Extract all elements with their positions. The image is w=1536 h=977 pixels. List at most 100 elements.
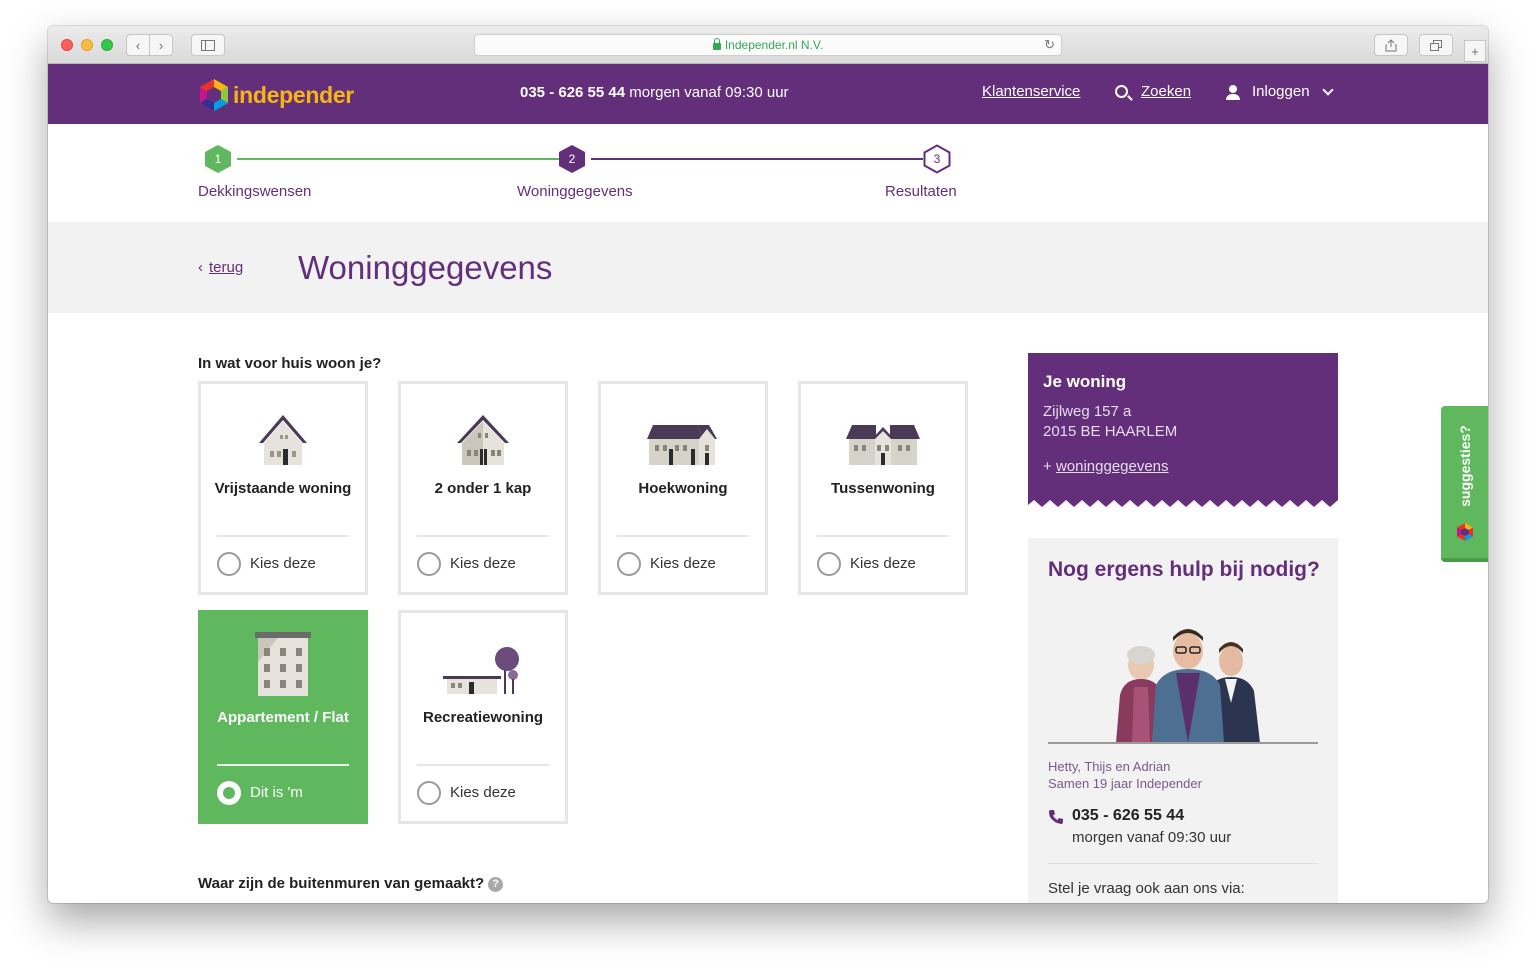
option-radio[interactable] xyxy=(217,552,241,576)
option-radio-label[interactable]: Kies deze xyxy=(650,555,716,572)
option-radio-label[interactable]: Kies deze xyxy=(450,784,516,801)
minimize-window-button[interactable] xyxy=(81,39,93,51)
help-icon[interactable]: ? xyxy=(488,877,504,892)
step-connector-current xyxy=(591,158,923,160)
browser-window: ‹ › Independer.nl N.V. ↻ + independer 03… xyxy=(48,26,1488,903)
option-radio[interactable] xyxy=(617,552,641,576)
search-icon[interactable] xyxy=(1115,85,1128,98)
help-panel: Nog ergens hulp bij nodig? Hetty, Thijs … xyxy=(1028,538,1338,903)
woninggegevens-link[interactable]: + woninggegevens xyxy=(1043,458,1169,475)
header-phone: 035 - 626 55 44 morgen vanaf 09:30 uur xyxy=(520,84,789,101)
step-3-label: Resultaten xyxy=(885,183,957,200)
semi-detached-house-icon xyxy=(401,411,565,467)
divider xyxy=(1048,742,1318,744)
divider xyxy=(817,535,949,537)
progress-stepper: 1 2 3 Dekkingswensen Woninggegevens Resu… xyxy=(48,124,1488,222)
holiday-home-icon xyxy=(401,640,565,696)
logo-hexagon-icon xyxy=(1457,523,1473,541)
chevron-down-icon[interactable] xyxy=(1322,84,1334,96)
option-radio-label[interactable]: Kies deze xyxy=(850,555,916,572)
divider xyxy=(417,764,549,766)
address-street: Zijlweg 157 a xyxy=(1043,403,1132,420)
step-2-label: Woninggegevens xyxy=(517,183,633,200)
lock-icon xyxy=(712,37,721,50)
forward-nav-icon[interactable]: › xyxy=(149,34,173,56)
zoom-window-button[interactable] xyxy=(101,39,113,51)
option-label: Appartement / Flat xyxy=(217,709,349,726)
help-title: Nog ergens hulp bij nodig? xyxy=(1048,558,1320,581)
close-window-button[interactable] xyxy=(61,39,73,51)
team-caption: Hetty, Thijs en Adrian Samen 19 jaar Ind… xyxy=(1048,758,1202,792)
wall-material-question-label: Waar zijn de buitenmuren van gemaakt? xyxy=(198,875,485,892)
suggestions-label: suggesties? xyxy=(1456,425,1473,507)
inloggen-menu[interactable]: Inloggen xyxy=(1252,83,1310,100)
step-2-number: 2 xyxy=(568,152,576,166)
address-bar[interactable]: Independer.nl N.V. ↻ xyxy=(474,34,1062,56)
klantenservice-link[interactable]: Klantenservice xyxy=(982,83,1080,100)
step-3-marker: 3 xyxy=(923,144,951,174)
house-option-vrijstaand[interactable]: Vrijstaande woning Kies deze xyxy=(198,381,368,595)
step-connector-done xyxy=(237,158,560,160)
page-title: Woninggegevens xyxy=(298,249,553,286)
sidebar-toggle-icon[interactable] xyxy=(191,34,225,56)
option-radio-selected[interactable] xyxy=(217,781,241,805)
option-radio-label[interactable]: Kies deze xyxy=(450,555,516,572)
option-radio-label[interactable]: Kies deze xyxy=(250,555,316,572)
site-header: independer 035 - 626 55 44 morgen vanaf … xyxy=(48,64,1488,124)
step-2-marker: 2 xyxy=(558,144,586,174)
step-1-label[interactable]: Dekkingswensen xyxy=(198,183,311,200)
divider xyxy=(417,535,549,537)
house-option-tussenwoning[interactable]: Tussenwoning Kies deze xyxy=(798,381,968,595)
suggestions-feedback-tab[interactable]: suggesties? xyxy=(1441,406,1488,562)
plus-icon: + xyxy=(1043,458,1052,475)
back-link[interactable]: ‹ terug xyxy=(198,259,243,276)
header-phone-number: 035 - 626 55 44 xyxy=(520,84,626,101)
ask-question-text: Stel je vraag ook aan ons via: xyxy=(1048,880,1245,897)
option-label: Tussenwoning xyxy=(831,480,935,497)
zoeken-link[interactable]: Zoeken xyxy=(1141,83,1191,100)
address-city: 2015 BE HAARLEM xyxy=(1043,423,1178,440)
woninggegevens-link-label: woninggegevens xyxy=(1055,458,1169,475)
user-icon[interactable] xyxy=(1226,85,1240,100)
option-radio[interactable] xyxy=(417,552,441,576)
step-3-number: 3 xyxy=(933,152,941,166)
share-icon[interactable] xyxy=(1374,34,1408,56)
corner-house-icon xyxy=(601,411,765,467)
house-option-recreatiewoning[interactable]: Recreatiewoning Kies deze xyxy=(398,610,568,824)
logo[interactable]: independer xyxy=(198,78,354,112)
your-home-title: Je woning xyxy=(1043,372,1127,391)
detached-house-icon xyxy=(201,411,365,467)
divider xyxy=(217,535,349,537)
wall-material-question: Waar zijn de buitenmuren van gemaakt?? xyxy=(198,875,504,892)
reload-icon[interactable]: ↻ xyxy=(1044,37,1055,53)
zigzag-edge xyxy=(1028,493,1338,507)
house-option-2-onder-1-kap[interactable]: 2 onder 1 kap Kies deze xyxy=(398,381,568,595)
option-radio-label[interactable]: Dit is 'm xyxy=(250,784,303,801)
apartment-building-icon xyxy=(201,630,365,696)
option-label: 2 onder 1 kap xyxy=(434,480,532,497)
tabs-overview-icon[interactable] xyxy=(1419,34,1453,56)
step-1-number: 1 xyxy=(214,152,222,166)
house-option-hoekwoning[interactable]: Hoekwoning Kies deze xyxy=(598,381,768,595)
house-type-question: In wat voor huis woon je? xyxy=(198,355,382,372)
house-option-appartement[interactable]: Appartement / Flat Dit is 'm xyxy=(198,610,368,824)
option-label: Recreatiewoning xyxy=(422,709,544,726)
option-radio[interactable] xyxy=(417,781,441,805)
divider xyxy=(217,764,349,766)
step-1-marker[interactable]: 1 xyxy=(204,144,232,174)
new-tab-icon[interactable]: + xyxy=(1464,40,1486,62)
chevron-left-icon: ‹ xyxy=(198,259,203,276)
home-address: Zijlweg 157 a 2015 BE HAARLEM xyxy=(1043,402,1177,442)
back-link-label: terug xyxy=(209,259,244,276)
back-nav-icon[interactable]: ‹ xyxy=(126,34,150,56)
option-label: Hoekwoning xyxy=(638,480,728,497)
team-names: Hetty, Thijs en Adrian xyxy=(1048,759,1171,774)
browser-toolbar: ‹ › Independer.nl N.V. ↻ + xyxy=(48,26,1488,64)
option-radio[interactable] xyxy=(817,552,841,576)
help-phone-number[interactable]: 035 - 626 55 44 xyxy=(1072,807,1184,825)
team-photo xyxy=(1116,629,1260,743)
page-title-bar: ‹ terug Woninggegevens xyxy=(48,222,1488,313)
logo-hexagon-icon xyxy=(200,79,228,111)
your-home-panel: Je woning Zijlweg 157 a 2015 BE HAARLEM … xyxy=(1028,353,1338,507)
option-label: Vrijstaande woning xyxy=(214,480,352,497)
